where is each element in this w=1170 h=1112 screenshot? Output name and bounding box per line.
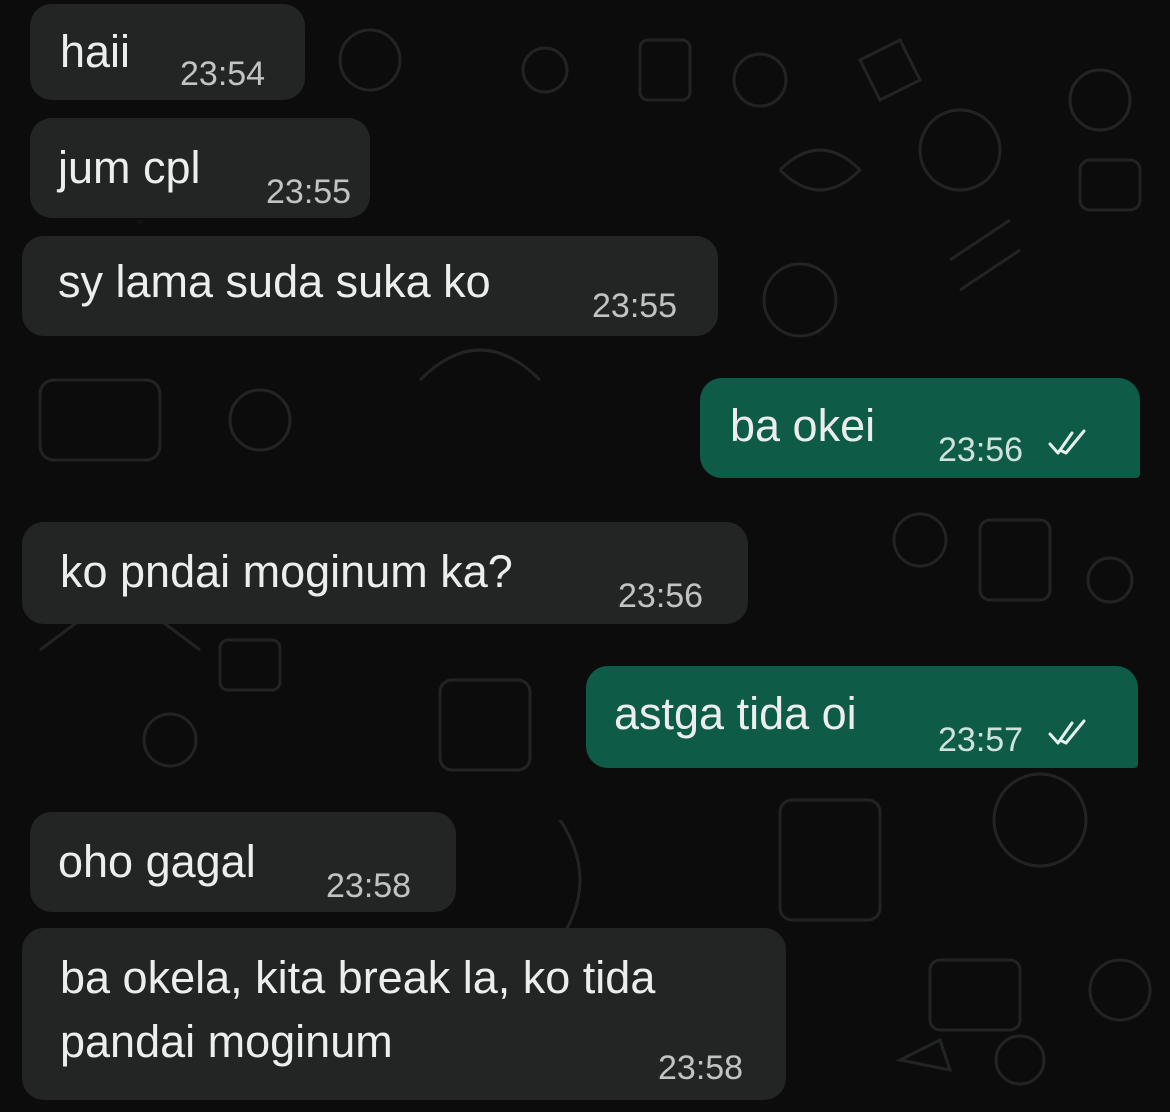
read-double-check-icon: [1048, 429, 1086, 455]
message-text: sy lama suda suka ko: [58, 256, 491, 307]
message-time: 23:56: [938, 431, 1024, 469]
incoming-message[interactable]: ko pndai moginum ka? 23:56: [22, 522, 748, 624]
outgoing-message[interactable]: ba okei 23:56: [700, 378, 1140, 478]
message-time: 23:57: [938, 721, 1024, 759]
incoming-message[interactable]: jum cpl 23:55: [30, 118, 370, 218]
incoming-message[interactable]: ba okela, kita break la, ko tida pandai …: [22, 928, 786, 1100]
message-time: 23:55: [592, 287, 678, 325]
message-time: 23:58: [326, 867, 412, 905]
message-text: ko pndai moginum ka?: [60, 546, 513, 597]
message-text: oho gagal: [58, 836, 256, 887]
incoming-message[interactable]: haii 23:54: [30, 4, 305, 100]
chat-background: haii 23:54 jum cpl 23:55 sy lama suda su…: [0, 0, 1170, 1112]
message-text-line-1: ba okela, kita break la, ko tida: [60, 952, 656, 1003]
message-time: 23:56: [618, 577, 704, 615]
message-time: 23:58: [658, 1049, 744, 1087]
message-time: 23:54: [180, 55, 266, 93]
message-text: ba okei: [730, 400, 876, 451]
outgoing-message[interactable]: astga tida oi 23:57: [586, 666, 1138, 768]
message-text: astga tida oi: [614, 688, 857, 739]
message-text: jum cpl: [58, 142, 201, 193]
message-text-line-2: pandai moginum: [60, 1016, 393, 1067]
message-time: 23:55: [266, 173, 352, 211]
incoming-message[interactable]: oho gagal 23:58: [30, 812, 456, 912]
incoming-message[interactable]: sy lama suda suka ko 23:55: [22, 236, 718, 336]
message-text: haii: [60, 26, 131, 77]
read-double-check-icon: [1048, 719, 1086, 745]
